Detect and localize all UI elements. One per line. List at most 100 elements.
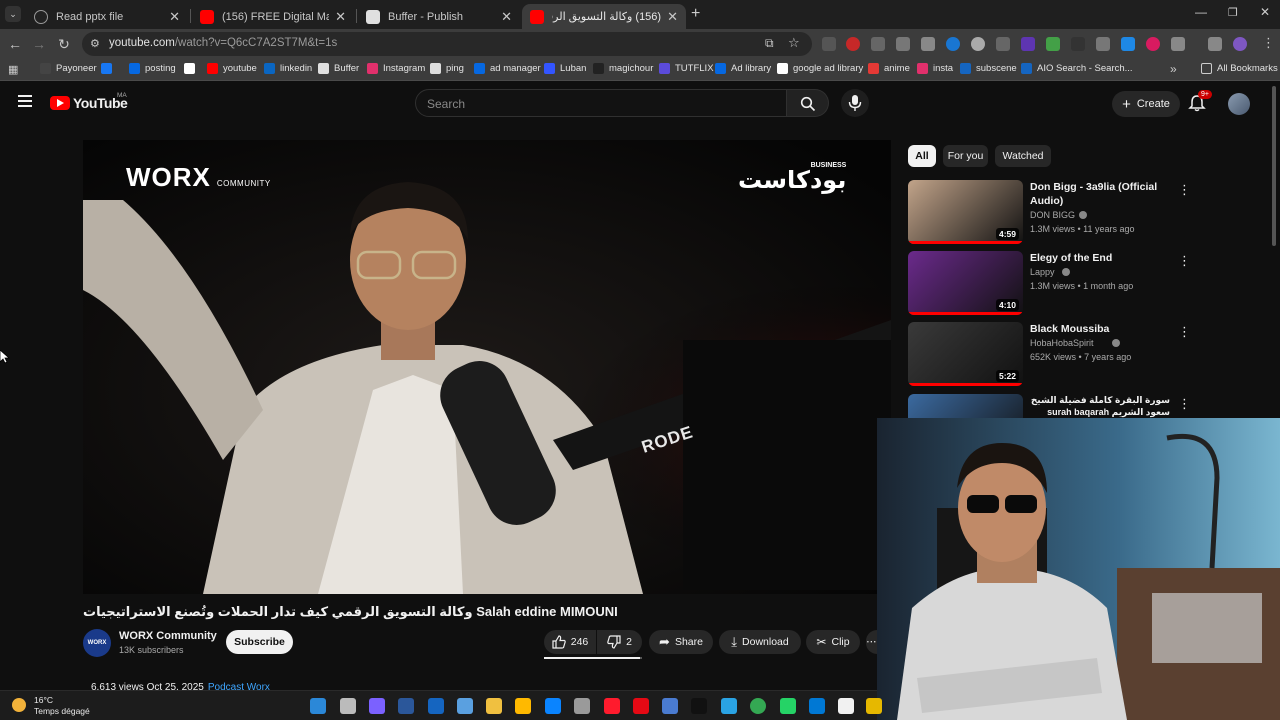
extensions-puzzle-icon[interactable] [1171,37,1185,51]
close-tab-icon[interactable]: ✕ [169,9,180,25]
extension-icon[interactable] [871,37,885,51]
notion-icon[interactable] [838,698,854,714]
bookmark-item[interactable]: posting [129,63,176,74]
more-options-icon[interactable]: ⋮ [1178,253,1191,269]
install-app-icon[interactable]: ⧉ [765,36,774,51]
all-bookmarks-folder[interactable]: All Bookmarks [1201,63,1278,74]
channel-name[interactable]: WORX Community [119,630,217,642]
bookmark-item[interactable]: ad manager [474,63,541,74]
extension-icon[interactable] [946,37,960,51]
video-title[interactable]: Black Moussiba [1030,322,1170,336]
bookmark-item[interactable]: subscene [960,63,1017,74]
chrome-icon[interactable] [750,698,766,714]
bookmark-item[interactable]: youtube [207,63,257,74]
apps-grid-icon[interactable]: ▦ [8,63,18,76]
more-actions-button[interactable]: ⋯ [866,630,877,654]
close-window-button[interactable]: ✕ [1260,5,1270,19]
more-options-icon[interactable]: ⋮ [1178,182,1191,198]
opera-icon[interactable] [604,698,620,714]
whatsapp-icon[interactable] [780,698,796,714]
telegram-icon[interactable] [721,698,737,714]
more-bookmarks-icon[interactable]: » [1170,62,1177,76]
task-view-icon[interactable] [340,698,356,714]
back-button[interactable]: ← [6,35,24,53]
forward-button[interactable]: → [30,35,48,53]
bookmark-item[interactable] [184,63,200,74]
restore-button[interactable]: ❐ [1228,6,1238,19]
word-icon[interactable] [398,698,414,714]
video-thumbnail[interactable]: 4:59 [908,180,1023,244]
bookmark-item[interactable]: insta [917,63,953,74]
folder-icon[interactable] [866,698,882,714]
chrome-menu-icon[interactable]: ⋮ [1262,35,1275,51]
close-tab-icon[interactable]: ✕ [335,9,346,25]
chip-watched[interactable]: Watched [995,145,1051,167]
page-scrollbar[interactable] [1272,86,1276,246]
voice-search-button[interactable] [841,89,869,117]
extension-icon[interactable] [896,37,910,51]
browser-tab[interactable]: (156) FREE Digital Marketing Co ✕ [192,4,354,29]
recommended-video[interactable]: 5:22 Black Moussiba HobaHobaSpirit 652K vie… [908,322,1208,386]
tab-search-icon[interactable]: ⌄ [5,6,21,22]
extension-icon[interactable] [1071,37,1085,51]
extension-icon[interactable] [996,37,1010,51]
site-info-icon[interactable]: ⚙ [90,37,100,50]
bookmark-item[interactable]: Luban [544,63,586,74]
recommended-video[interactable]: 4:59 Don Bigg - 3a9lia (Official Audio) DO… [908,180,1208,244]
browser-tab[interactable]: Buffer - Publish ✕ [358,4,520,29]
channel-avatar[interactable]: WORX [83,629,111,657]
copilot-icon[interactable] [369,698,385,714]
extension-icon[interactable] [822,37,836,51]
bookmark-item[interactable]: Instagram [367,63,425,74]
bookmark-item[interactable]: ping [430,63,464,74]
bookmark-item[interactable]: TUTFLIX [659,63,714,74]
photos-icon[interactable] [809,698,825,714]
search-button[interactable] [787,89,829,117]
bookmark-item[interactable]: Ad library [715,63,771,74]
file-explorer-icon[interactable] [486,698,502,714]
profile-avatar-icon[interactable] [1233,37,1247,51]
extension-icon[interactable] [1021,37,1035,51]
bookmark-item[interactable]: google ad library [777,63,863,74]
clip-button[interactable]: ✂ Clip [806,630,860,654]
close-tab-icon[interactable]: ✕ [501,9,512,25]
channel-name[interactable]: Lappy [1030,267,1055,277]
chip-all[interactable]: All [908,145,936,167]
url-text[interactable]: youtube.com/watch?v=Q6cC7A2ST7M&t=1s [109,37,337,49]
bookmark-item[interactable]: anime [868,63,910,74]
recommended-video[interactable]: 4:10 Elegy of the End Lappy 1.3M views • 1 … [908,251,1208,315]
weather-moon-icon[interactable] [12,698,26,712]
bookmark-item[interactable]: AIO Search - Search... [1021,63,1133,74]
video-thumbnail[interactable]: 5:22 [908,322,1023,386]
reload-button[interactable]: ↻ [55,35,73,53]
download-button[interactable]: ⤓ Download [719,630,801,654]
extension-icon[interactable] [1046,37,1060,51]
account-avatar[interactable] [1228,93,1250,115]
new-tab-button[interactable]: + [691,5,700,23]
channel-name[interactable]: HobaHobaSpirit [1030,338,1094,348]
bookmark-item[interactable] [101,63,117,74]
close-tab-icon[interactable]: ✕ [667,9,678,25]
video-title[interactable]: Don Bigg - 3a9lia (Official Audio) [1030,180,1170,208]
browser-tab-active[interactable]: (156) وكالة التسويق الرقمي ✕ [522,4,686,29]
settings-icon[interactable] [574,698,590,714]
chip-for-you[interactable]: For you [943,145,988,167]
start-menu-icon[interactable] [310,698,326,714]
extension-icon[interactable] [1146,37,1160,51]
extension-icon[interactable] [1096,37,1110,51]
vpn-icon[interactable] [428,698,444,714]
minimize-button[interactable]: — [1195,5,1207,19]
bookmark-item[interactable]: linkedin [264,63,312,74]
extension-icon[interactable] [846,37,860,51]
bookmark-item[interactable]: Buffer [318,63,359,74]
mail-icon[interactable] [545,698,561,714]
tiktok-icon[interactable] [691,698,707,714]
channel-name[interactable]: DON BIGG [1030,210,1075,220]
fan-control-icon[interactable] [457,698,473,714]
bookmark-star-icon[interactable]: ☆ [788,35,800,51]
notifications-button[interactable]: 9+ [1188,90,1212,114]
video-player[interactable]: WORX COMMUNITY BUSINESS بودكاست RODE [83,140,891,594]
browser-tab[interactable]: Read pptx file ✕ [26,4,188,29]
create-button[interactable]: + Create [1112,91,1180,117]
reading-list-icon[interactable] [1208,37,1222,51]
